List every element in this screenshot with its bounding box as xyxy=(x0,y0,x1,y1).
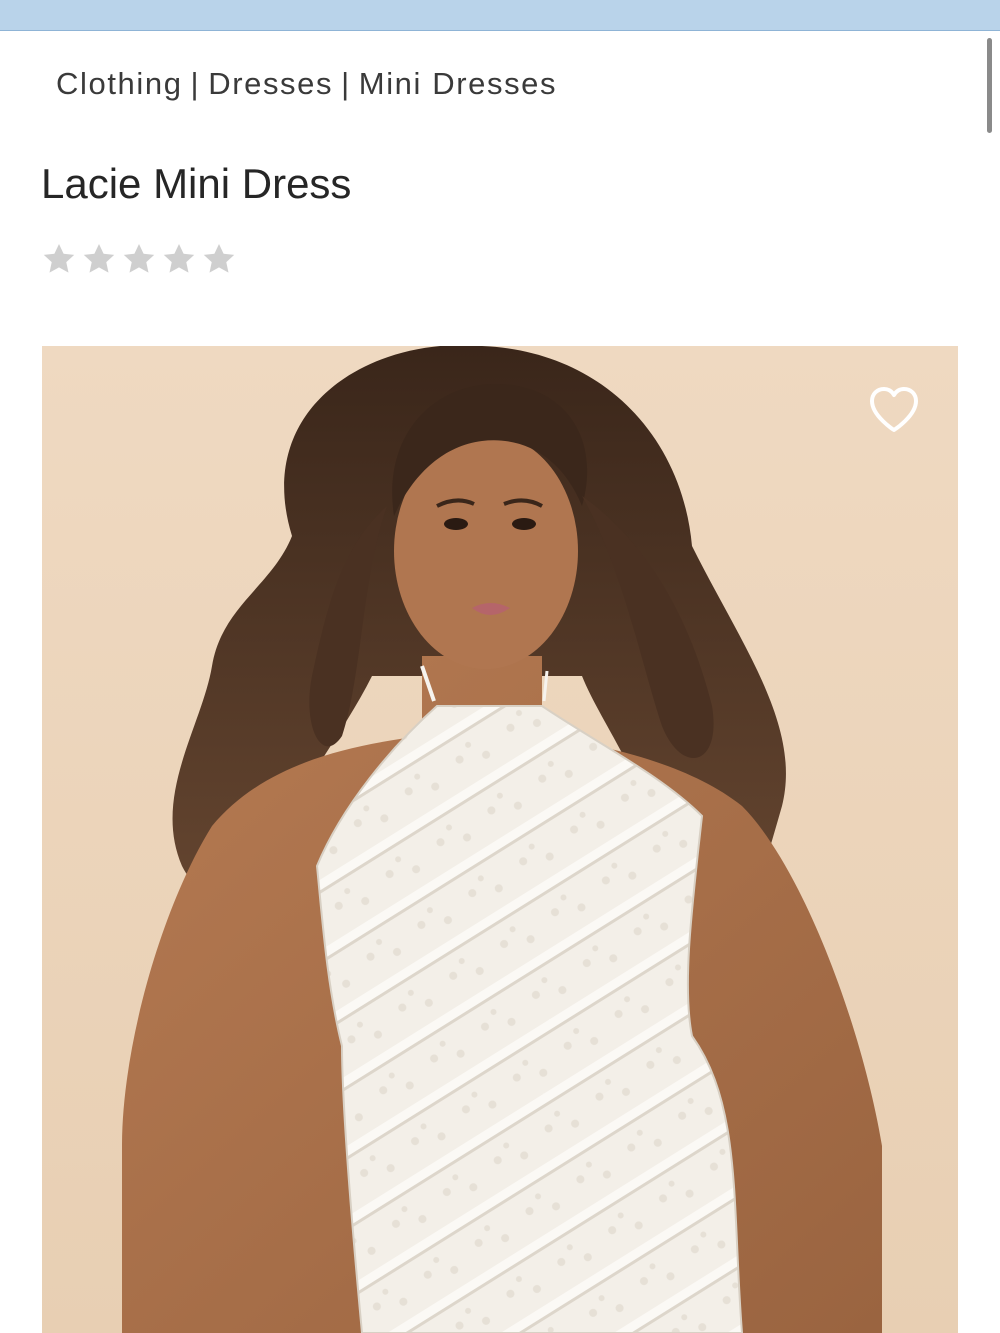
star-icon xyxy=(83,243,115,273)
star-icon xyxy=(123,243,155,273)
star-rating[interactable] xyxy=(40,240,238,286)
wishlist-button[interactable] xyxy=(866,382,922,438)
product-image[interactable] xyxy=(42,346,958,1333)
breadcrumb-dresses[interactable]: Dresses xyxy=(208,66,333,101)
top-bar-divider xyxy=(0,30,1000,31)
breadcrumb-separator: | xyxy=(341,66,351,101)
star-icon xyxy=(203,243,235,273)
breadcrumb-separator: | xyxy=(190,66,201,101)
breadcrumb-mini-dresses[interactable]: Mini Dresses xyxy=(359,66,557,101)
scrollbar[interactable] xyxy=(987,38,992,133)
breadcrumb-clothing[interactable]: Clothing xyxy=(56,66,183,101)
star-icon xyxy=(43,243,75,273)
breadcrumb: Clothing | Dresses | Mini Dresses xyxy=(56,66,557,102)
product-title: Lacie Mini Dress xyxy=(41,160,352,207)
model-photo xyxy=(42,346,958,1333)
star-icon xyxy=(163,243,195,273)
browser-top-bar xyxy=(0,0,1000,30)
heart-outline-icon xyxy=(870,387,918,432)
